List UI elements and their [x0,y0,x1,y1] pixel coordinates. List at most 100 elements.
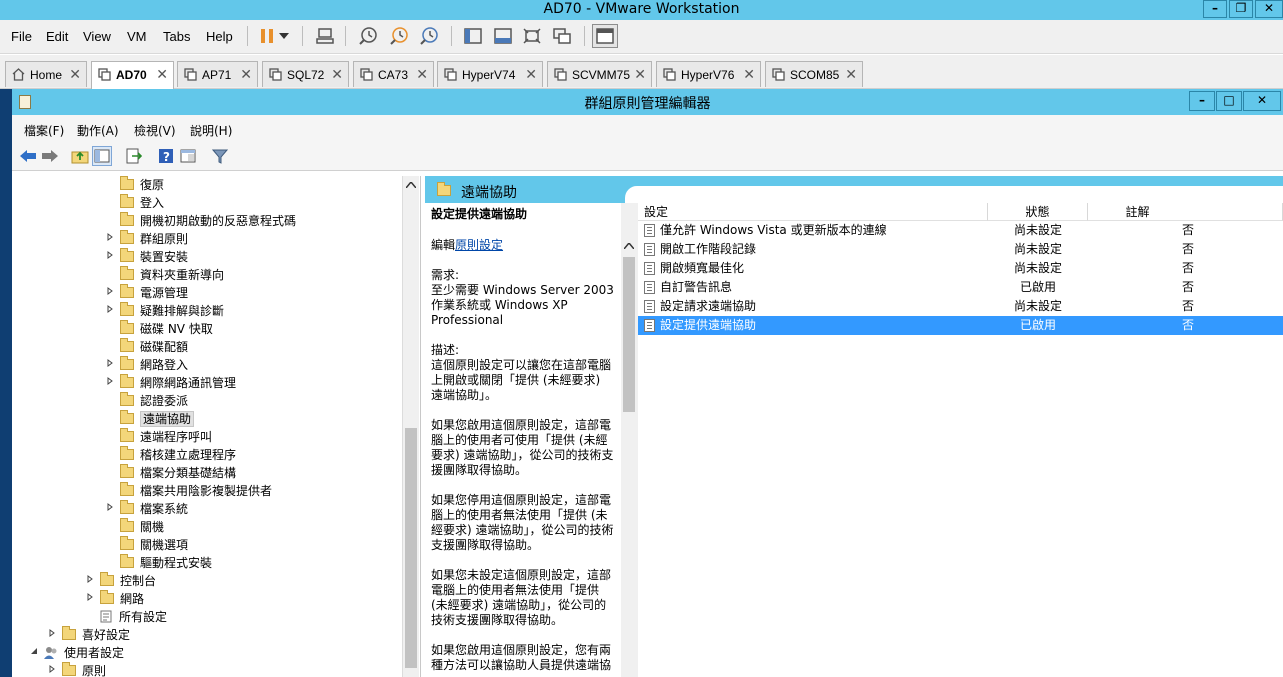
description-scroll-thumb[interactable] [623,257,635,412]
console-view-icon[interactable] [592,24,618,48]
tree-scrollbar[interactable] [402,176,419,677]
tree-item[interactable]: 遠端協助 [120,410,195,428]
close-icon[interactable]: ✕ [634,66,646,83]
tree-item[interactable]: 遠端程序呼叫 [120,428,212,446]
column-header-setting[interactable]: 設定 [638,203,988,221]
tree-item[interactable]: 使用者設定 [31,644,124,662]
tab-home[interactable]: Home ✕ [5,61,87,87]
gpe-maximize-button[interactable]: □ [1216,91,1242,111]
export-list-icon[interactable] [124,146,144,166]
back-arrow-icon[interactable] [18,146,38,166]
expand-icon[interactable] [106,302,116,320]
menu-view[interactable]: View [83,29,111,44]
tree-item[interactable]: 開機初期啟動的反惡意程式碼 [120,212,296,230]
tree-item[interactable]: 磁碟 NV 快取 [120,320,213,338]
tree-item[interactable]: 關機選項 [120,536,188,554]
menu-tabs[interactable]: Tabs [163,29,190,44]
gpe-minimize-button[interactable]: – [1189,91,1215,111]
tab-ca73[interactable]: CA73 ✕ [353,61,434,87]
tree-item[interactable]: 網際網路通訊管理 [107,374,236,392]
edit-policy-link[interactable]: 原則設定 [455,238,503,252]
tab-ap71[interactable]: AP71 ✕ [177,61,258,87]
tree-item[interactable]: 喜好設定 [49,626,130,644]
expand-icon[interactable] [106,230,116,248]
tree-item[interactable]: 復原 [120,176,164,194]
up-folder-icon[interactable] [70,146,90,166]
forward-arrow-icon[interactable] [40,146,60,166]
gpe-menu-help[interactable]: 說明(H) [190,122,232,139]
full-screen-icon[interactable] [519,24,545,48]
tree-item[interactable]: 檔案分類基礎結構 [120,464,236,482]
expand-icon[interactable] [48,626,58,644]
close-icon[interactable]: ✕ [156,66,168,83]
close-icon[interactable]: ✕ [525,66,537,83]
tree-item[interactable]: 網路 [87,590,144,608]
help-icon[interactable]: ? [156,146,176,166]
tab-ad70[interactable]: AD70 ✕ [91,61,174,89]
show-thumbnail-bar-icon[interactable] [490,24,516,48]
expand-icon[interactable] [106,374,116,392]
snapshot-manager-icon[interactable] [416,24,442,48]
tree-item[interactable]: 網路登入 [107,356,188,374]
gpe-menu-view[interactable]: 檢視(V) [134,122,176,139]
expand-icon[interactable] [48,662,58,677]
close-icon[interactable]: ✕ [743,66,755,83]
tree-item[interactable]: 所有設定 [100,608,167,626]
snapshot-icon[interactable] [355,24,381,48]
show-library-icon[interactable] [460,24,486,48]
scroll-up-icon[interactable] [403,178,419,194]
setting-row[interactable]: 僅允許 Windows Vista 或更新版本的連線 尚未設定 否 [638,221,1283,240]
close-icon[interactable]: ✕ [240,66,252,83]
menu-help[interactable]: Help [206,29,233,44]
tab-sql72[interactable]: SQL72 ✕ [262,61,349,87]
close-icon[interactable]: ✕ [331,66,343,83]
setting-row[interactable]: 自訂警告訊息 已啟用 否 [638,278,1283,297]
setting-row[interactable]: 設定請求遠端協助 尚未設定 否 [638,297,1283,316]
tree-item[interactable]: 磁碟配額 [120,338,188,356]
expand-icon[interactable] [86,590,96,608]
setting-row[interactable]: 設定提供遠端協助 已啟用 否 [638,316,1283,335]
vmware-minimize-button[interactable]: – [1203,0,1227,18]
column-header-comment[interactable]: 註解 [1088,203,1283,221]
tree-item[interactable]: 裝置安裝 [107,248,188,266]
menu-vm[interactable]: VM [127,29,147,44]
gpe-menu-action[interactable]: 動作(A) [77,122,119,139]
tree-item[interactable]: 驅動程式安裝 [120,554,212,572]
setting-row[interactable]: 開啟頻寬最佳化 尚未設定 否 [638,259,1283,278]
expand-icon[interactable] [106,284,116,302]
tree-item[interactable]: 關機 [120,518,164,536]
vmware-close-button[interactable]: ✕ [1255,0,1283,18]
unity-icon[interactable] [549,24,575,48]
tab-hyperv76[interactable]: HyperV76 ✕ [656,61,761,87]
pause-dropdown-icon[interactable] [276,24,292,48]
close-icon[interactable]: ✕ [69,66,81,83]
send-ctrl-alt-del-icon[interactable] [312,24,338,48]
tree-item[interactable]: 原則 [49,662,106,677]
tree-item[interactable]: 檔案共用陰影複製提供者 [120,482,272,500]
description-scrollbar[interactable] [621,203,638,677]
gpe-close-button[interactable]: ✕ [1243,91,1281,111]
tab-scom85[interactable]: SCOM85 ✕ [765,61,863,87]
tab-scvmm75[interactable]: SCVMM75 ✕ [547,61,652,87]
gpe-menu-file[interactable]: 檔案(F) [24,122,64,139]
scroll-up-icon[interactable] [621,239,637,255]
revert-snapshot-icon[interactable] [386,24,412,48]
tree-item[interactable]: 資料夾重新導向 [120,266,224,284]
tree-item[interactable]: 電源管理 [107,284,188,302]
tree-scroll-thumb[interactable] [405,428,417,668]
tree-item[interactable]: 認證委派 [120,392,188,410]
tree-item[interactable]: 登入 [120,194,164,212]
expand-icon[interactable] [106,356,116,374]
column-header-state[interactable]: 狀態 [988,203,1088,221]
tree-item[interactable]: 疑難排解與診斷 [107,302,224,320]
setting-row[interactable]: 開啟工作階段記錄 尚未設定 否 [638,240,1283,259]
tree-item[interactable]: 稽核建立處理程序 [120,446,236,464]
close-icon[interactable]: ✕ [416,66,428,83]
expand-icon[interactable] [86,572,96,590]
expand-icon[interactable] [106,248,116,266]
tab-hyperv74[interactable]: HyperV74 ✕ [437,61,543,87]
close-icon[interactable]: ✕ [845,66,857,83]
tree-item[interactable]: 檔案系統 [107,500,188,518]
vmware-restore-button[interactable]: ❐ [1229,0,1253,18]
show-hide-tree-icon[interactable] [92,146,112,166]
